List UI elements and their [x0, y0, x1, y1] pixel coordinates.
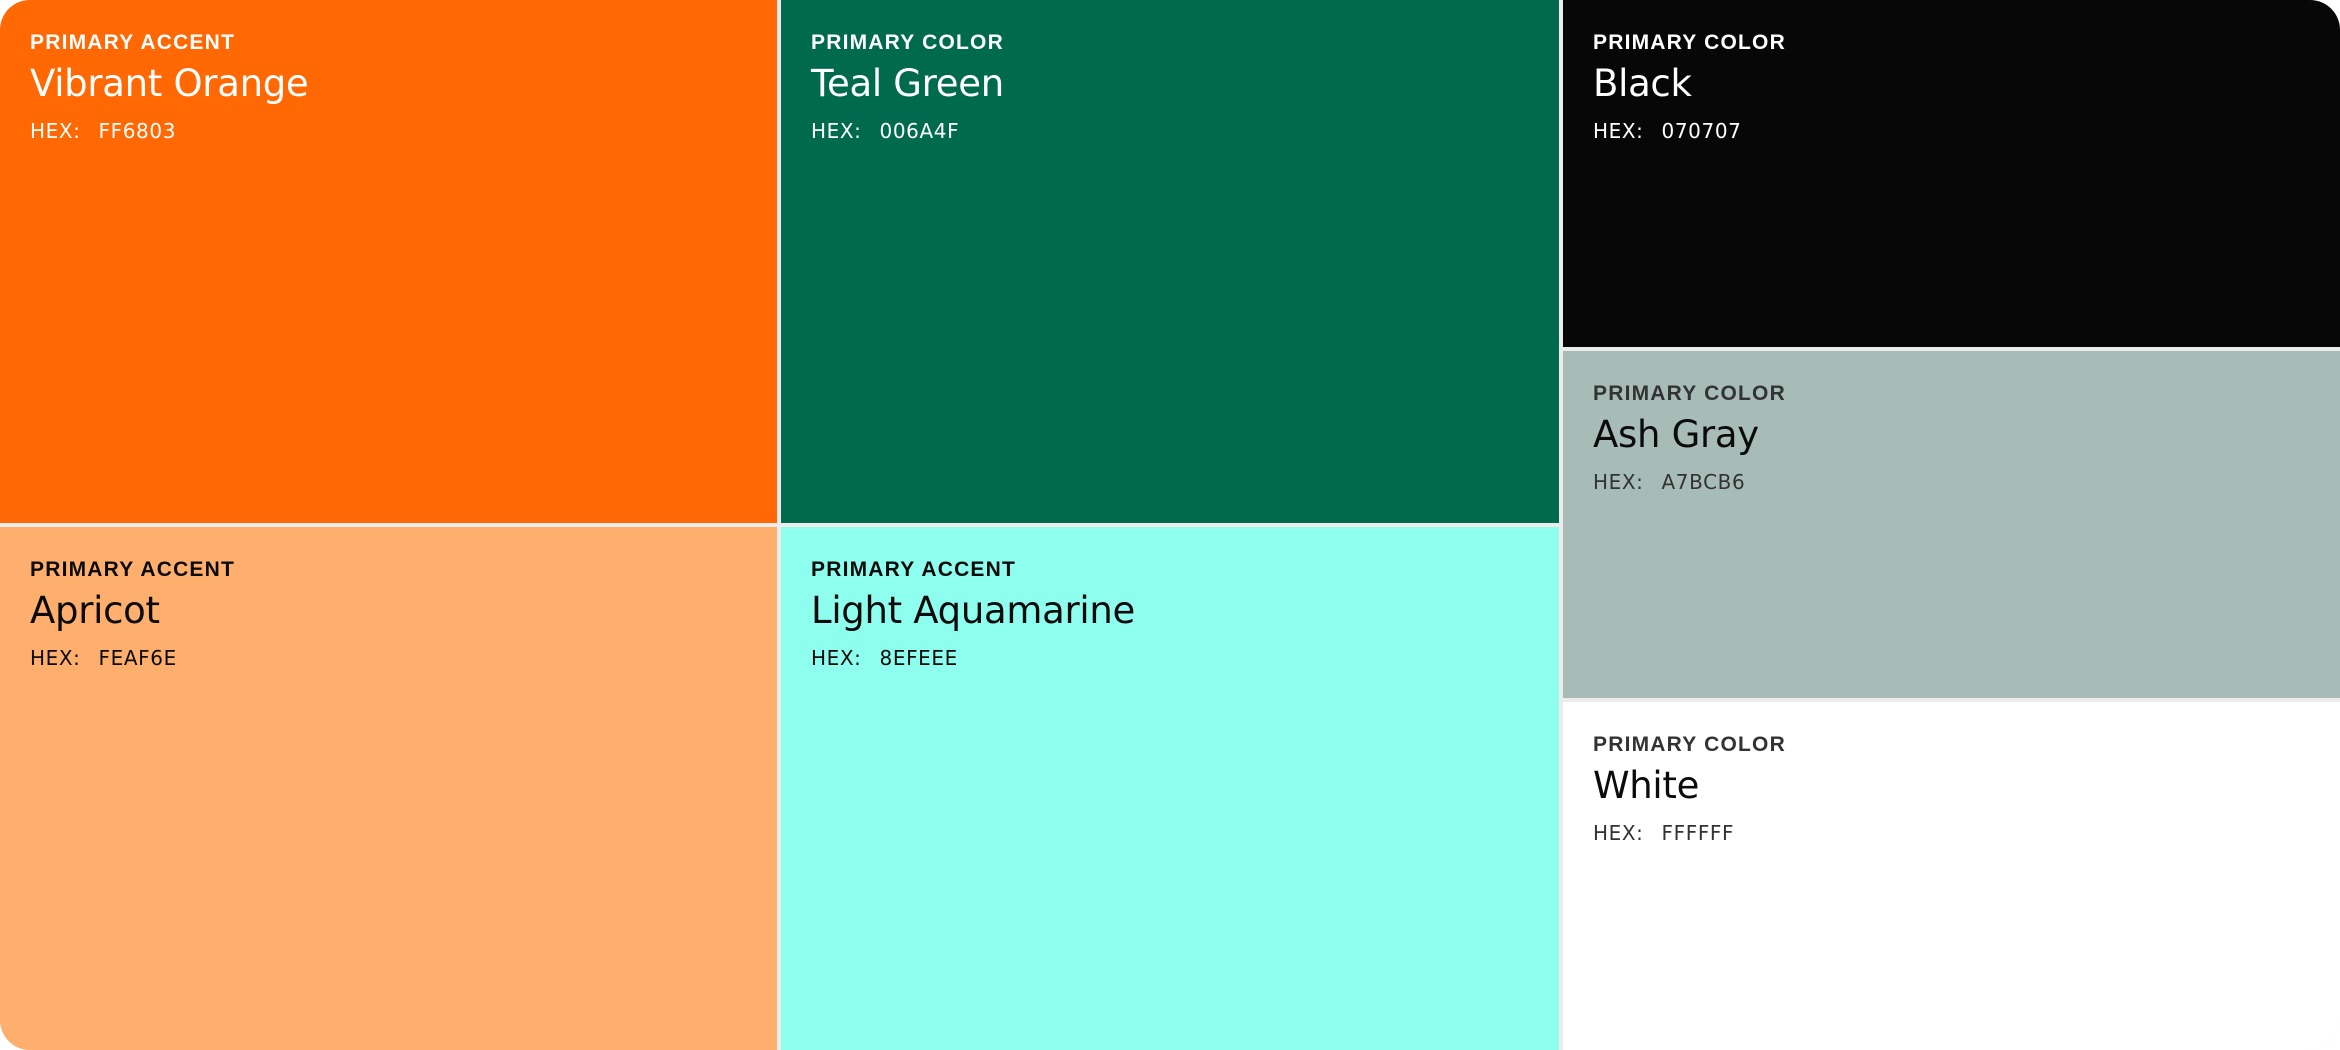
swatch-white: PRIMARY COLOR White HEX: FFFFFF [1563, 702, 2340, 1050]
swatch-hex: HEX: 8EFEEE [811, 645, 1529, 671]
hex-value: 8EFEEE [879, 646, 958, 670]
swatch-label: PRIMARY COLOR [1593, 733, 1786, 756]
swatch-name: Black [1593, 62, 1692, 105]
color-palette: PRIMARY ACCENT Vibrant Orange HEX: FF6803… [0, 0, 2340, 1050]
swatch-label: PRIMARY COLOR [1593, 382, 1786, 405]
hex-prefix: HEX: [811, 119, 862, 143]
hex-value: FF6803 [98, 119, 177, 143]
hex-prefix: HEX: [1593, 470, 1644, 494]
swatch-label: PRIMARY ACCENT [30, 558, 236, 581]
swatch-ash-gray: PRIMARY COLOR Ash Gray HEX: A7BCB6 [1563, 351, 2340, 698]
swatch-hex: HEX: 070707 [1593, 118, 2310, 144]
hex-value: A7BCB6 [1661, 470, 1746, 494]
swatch-name: Teal Green [811, 62, 1004, 105]
swatch-hex: HEX: FFFFFF [1593, 820, 2310, 846]
swatch-teal-green: PRIMARY COLOR Teal Green HEX: 006A4F [781, 0, 1559, 523]
hex-prefix: HEX: [30, 119, 81, 143]
swatch-name: Ash Gray [1593, 413, 1759, 456]
swatch-label: PRIMARY ACCENT [30, 31, 236, 54]
hex-value: 006A4F [879, 119, 960, 143]
swatch-name: Light Aquamarine [811, 589, 1135, 632]
swatch-hex: HEX: 006A4F [811, 118, 1529, 144]
swatch-name: Apricot [30, 589, 160, 632]
swatch-hex: HEX: FEAF6E [30, 645, 747, 671]
hex-value: 070707 [1661, 119, 1742, 143]
hex-prefix: HEX: [1593, 821, 1644, 845]
hex-prefix: HEX: [811, 646, 862, 670]
swatch-hex: HEX: FF6803 [30, 118, 747, 144]
swatch-name: White [1593, 764, 1700, 807]
swatch-label: PRIMARY COLOR [1593, 31, 1786, 54]
swatch-black: PRIMARY COLOR Black HEX: 070707 [1563, 0, 2340, 347]
swatch-vibrant-orange: PRIMARY ACCENT Vibrant Orange HEX: FF6803 [0, 0, 777, 523]
hex-value: FEAF6E [98, 646, 177, 670]
swatch-light-aquamarine: PRIMARY ACCENT Light Aquamarine HEX: 8EFE… [781, 527, 1559, 1050]
swatch-name: Vibrant Orange [30, 62, 309, 105]
hex-prefix: HEX: [1593, 119, 1644, 143]
swatch-hex: HEX: A7BCB6 [1593, 469, 2310, 495]
swatch-label: PRIMARY COLOR [811, 31, 1004, 54]
swatch-apricot: PRIMARY ACCENT Apricot HEX: FEAF6E [0, 527, 777, 1050]
swatch-label: PRIMARY ACCENT [811, 558, 1017, 581]
hex-value: FFFFFF [1661, 821, 1735, 845]
hex-prefix: HEX: [30, 646, 81, 670]
